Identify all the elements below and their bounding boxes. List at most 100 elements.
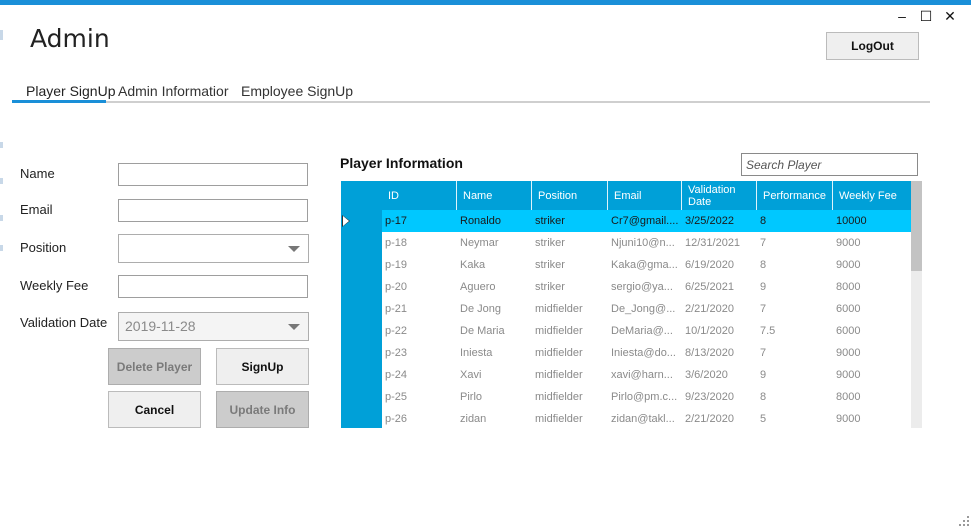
update-info-button[interactable]: Update Info bbox=[216, 391, 309, 428]
cell-name[interactable]: Pirlo bbox=[457, 386, 532, 408]
cell-name[interactable]: Kaka bbox=[457, 254, 532, 276]
cell-id[interactable]: p-22 bbox=[382, 320, 457, 342]
cell-performance[interactable]: 7 bbox=[757, 342, 833, 364]
cell-performance[interactable]: 8 bbox=[757, 254, 833, 276]
cell-weekly-fee[interactable]: 9000 bbox=[833, 342, 911, 364]
cell-email[interactable]: Cr7@gmail.... bbox=[608, 210, 682, 232]
cell-name[interactable]: Aguero bbox=[457, 276, 532, 298]
cell-position[interactable]: striker bbox=[532, 210, 608, 232]
cell-validation-date[interactable]: 3/25/2022 bbox=[682, 210, 757, 232]
cell-email[interactable]: zidan@takl... bbox=[608, 408, 682, 428]
cell-performance[interactable]: 9 bbox=[757, 276, 833, 298]
cell-email[interactable]: De_Jong@... bbox=[608, 298, 682, 320]
table-row[interactable]: p-26 zidan midfielder zidan@takl... 2/21/202… bbox=[382, 408, 911, 428]
cell-id[interactable]: p-26 bbox=[382, 408, 457, 428]
cell-position[interactable]: striker bbox=[532, 232, 608, 254]
signup-button[interactable]: SignUp bbox=[216, 348, 309, 385]
cell-performance[interactable]: 9 bbox=[757, 364, 833, 386]
table-row[interactable]: p-25 Pirlo midfielder Pirlo@pm.c... 9/23/202… bbox=[382, 386, 911, 408]
cell-validation-date[interactable]: 8/13/2020 bbox=[682, 342, 757, 364]
cell-name[interactable]: Ronaldo bbox=[457, 210, 532, 232]
cell-position[interactable]: midfielder bbox=[532, 386, 608, 408]
cell-validation-date[interactable]: 6/25/2021 bbox=[682, 276, 757, 298]
column-header-weekly-fee[interactable]: Weekly Fee bbox=[833, 181, 911, 210]
player-grid[interactable]: ID Name Position Email Validation Date P… bbox=[341, 181, 911, 428]
cell-email[interactable]: xavi@harn... bbox=[608, 364, 682, 386]
cell-performance[interactable]: 7 bbox=[757, 232, 833, 254]
close-button[interactable]: ✕ bbox=[939, 8, 961, 24]
cell-email[interactable]: Pirlo@pm.c... bbox=[608, 386, 682, 408]
cell-weekly-fee[interactable]: 6000 bbox=[833, 298, 911, 320]
cell-name[interactable]: De Maria bbox=[457, 320, 532, 342]
cell-position[interactable]: midfielder bbox=[532, 298, 608, 320]
cell-email[interactable]: DeMaria@... bbox=[608, 320, 682, 342]
resize-grip-icon[interactable] bbox=[959, 516, 969, 526]
cell-weekly-fee[interactable]: 9000 bbox=[833, 254, 911, 276]
cell-id[interactable]: p-25 bbox=[382, 386, 457, 408]
cell-id[interactable]: p-19 bbox=[382, 254, 457, 276]
cell-weekly-fee[interactable]: 6000 bbox=[833, 320, 911, 342]
table-row[interactable]: p-20 Aguero striker sergio@ya... 6/25/2021 9 8… bbox=[382, 276, 911, 298]
cell-validation-date[interactable]: 6/19/2020 bbox=[682, 254, 757, 276]
cell-name[interactable]: zidan bbox=[457, 408, 532, 428]
cell-performance[interactable]: 5 bbox=[757, 408, 833, 428]
table-row[interactable]: p-21 De Jong midfielder De_Jong@... 2/21/202… bbox=[382, 298, 911, 320]
search-player-input[interactable] bbox=[741, 153, 918, 176]
cell-position[interactable]: striker bbox=[532, 254, 608, 276]
cell-performance[interactable]: 8 bbox=[757, 386, 833, 408]
weekly-fee-input[interactable] bbox=[118, 275, 308, 298]
cell-weekly-fee[interactable]: 8000 bbox=[833, 386, 911, 408]
column-header-position[interactable]: Position bbox=[532, 181, 608, 210]
cell-weekly-fee[interactable]: 9000 bbox=[833, 232, 911, 254]
cancel-button[interactable]: Cancel bbox=[108, 391, 201, 428]
cell-name[interactable]: Neymar bbox=[457, 232, 532, 254]
minimize-button[interactable]: – bbox=[891, 8, 913, 24]
cell-validation-date[interactable]: 10/1/2020 bbox=[682, 320, 757, 342]
cell-email[interactable]: Njuni10@n... bbox=[608, 232, 682, 254]
column-header-performance[interactable]: Performance bbox=[757, 181, 833, 210]
table-row[interactable]: p-18 Neymar striker Njuni10@n... 12/31/2021 7… bbox=[382, 232, 911, 254]
cell-id[interactable]: p-23 bbox=[382, 342, 457, 364]
maximize-button[interactable]: ☐ bbox=[915, 8, 937, 24]
cell-performance[interactable]: 7 bbox=[757, 298, 833, 320]
cell-position[interactable]: midfielder bbox=[532, 342, 608, 364]
position-select[interactable] bbox=[118, 234, 309, 263]
column-header-email[interactable]: Email bbox=[608, 181, 682, 210]
cell-position[interactable]: midfielder bbox=[532, 320, 608, 342]
email-input[interactable] bbox=[118, 199, 308, 222]
table-row[interactable]: p-24 Xavi midfielder xavi@harn... 3/6/2020 9 9… bbox=[382, 364, 911, 386]
column-header-name[interactable]: Name bbox=[457, 181, 532, 210]
cell-weekly-fee[interactable]: 8000 bbox=[833, 276, 911, 298]
cell-validation-date[interactable]: 2/21/2020 bbox=[682, 408, 757, 428]
cell-validation-date[interactable]: 9/23/2020 bbox=[682, 386, 757, 408]
cell-validation-date[interactable]: 12/31/2021 bbox=[682, 232, 757, 254]
cell-id[interactable]: p-21 bbox=[382, 298, 457, 320]
cell-id[interactable]: p-18 bbox=[382, 232, 457, 254]
cell-id[interactable]: p-20 bbox=[382, 276, 457, 298]
cell-position[interactable]: midfielder bbox=[532, 408, 608, 428]
cell-position[interactable]: midfielder bbox=[532, 364, 608, 386]
cell-weekly-fee[interactable]: 9000 bbox=[833, 408, 911, 428]
logout-button[interactable]: LogOut bbox=[826, 32, 919, 60]
cell-email[interactable]: sergio@ya... bbox=[608, 276, 682, 298]
column-header-validation-date[interactable]: Validation Date bbox=[682, 181, 757, 210]
table-row[interactable]: p-17 Ronaldo striker Cr7@gmail.... 3/25/2022… bbox=[382, 210, 911, 232]
cell-id[interactable]: p-17 bbox=[382, 210, 457, 232]
cell-email[interactable]: Iniesta@do... bbox=[608, 342, 682, 364]
table-row[interactable]: p-19 Kaka striker Kaka@gma... 6/19/2020 8 9000 bbox=[382, 254, 911, 276]
grid-scrollbar-thumb[interactable] bbox=[911, 181, 922, 271]
cell-position[interactable]: striker bbox=[532, 276, 608, 298]
cell-validation-date[interactable]: 2/21/2020 bbox=[682, 298, 757, 320]
cell-id[interactable]: p-24 bbox=[382, 364, 457, 386]
name-input[interactable] bbox=[118, 163, 308, 186]
cell-email[interactable]: Kaka@gma... bbox=[608, 254, 682, 276]
cell-validation-date[interactable]: 3/6/2020 bbox=[682, 364, 757, 386]
table-row[interactable]: p-22 De Maria midfielder DeMaria@... 10/1/20… bbox=[382, 320, 911, 342]
delete-player-button[interactable]: Delete Player bbox=[108, 348, 201, 385]
cell-weekly-fee[interactable]: 9000 bbox=[833, 364, 911, 386]
cell-name[interactable]: Xavi bbox=[457, 364, 532, 386]
cell-performance[interactable]: 8 bbox=[757, 210, 833, 232]
cell-performance[interactable]: 7.5 bbox=[757, 320, 833, 342]
cell-weekly-fee[interactable]: 10000 bbox=[833, 210, 911, 232]
cell-name[interactable]: Iniesta bbox=[457, 342, 532, 364]
